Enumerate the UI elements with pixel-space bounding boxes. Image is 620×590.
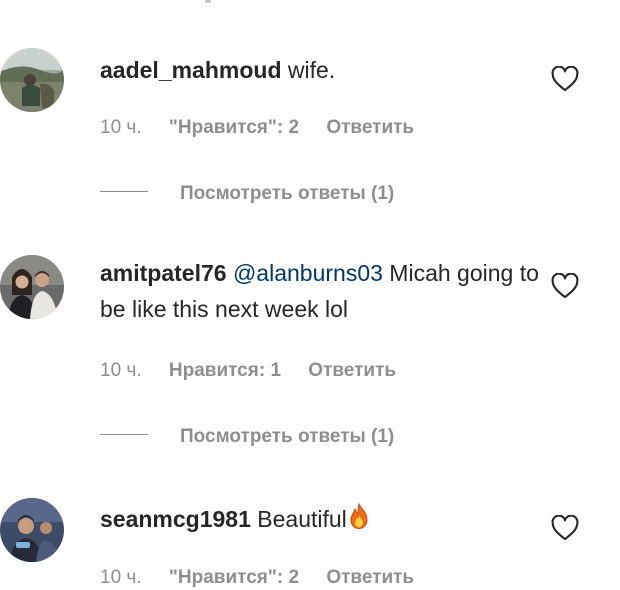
reply-button[interactable]: Ответить [326,116,414,140]
comment-username[interactable]: amitpatel76 [100,260,227,286]
avatar[interactable] [0,498,64,562]
comment-body: Beautiful [257,506,347,532]
comment-likes[interactable]: "Нравится": 2 [169,566,299,590]
comment-text: amitpatel76 @alanburns03 Micah going to … [100,255,550,327]
reply-button[interactable]: Ответить [308,359,396,383]
comment-username[interactable]: seanmcg1981 [100,506,251,532]
comment-mention[interactable]: @alanburns03 [233,260,383,286]
like-heart-icon[interactable] [551,515,579,541]
comment-meta: 10 ч. "Нравится": 2 Ответить [100,566,414,590]
avatar[interactable] [0,48,64,112]
view-replies-button[interactable]: Посмотреть ответы (1) [100,182,394,206]
avatar-couple-photo [0,255,64,319]
avatar-group-photo [0,498,64,562]
comment-meta: 10 ч. "Нравится": 2 Ответить [100,116,414,140]
previous-content-edge [205,0,211,3]
like-heart-icon[interactable] [551,273,579,299]
comment-username[interactable]: aadel_mahmoud [100,57,282,83]
replies-divider-line [100,191,148,193]
fire-emoji-icon [350,503,368,529]
reply-button[interactable]: Ответить [326,566,414,590]
view-replies-label: Посмотреть ответы (1) [180,426,395,447]
comment-text: seanmcg1981 Beautiful [100,501,550,537]
comment-meta: 10 ч. Нравится: 1 Ответить [100,359,396,383]
comment-text: aadel_mahmoud wife. [100,52,550,88]
comment-likes[interactable]: Нравится: 1 [169,359,281,383]
comment-likes[interactable]: "Нравится": 2 [169,116,299,140]
comment-time: 10 ч. [100,117,142,138]
comment-body: wife. [287,57,336,83]
comment-time: 10 ч. [100,567,142,588]
view-replies-button[interactable]: Посмотреть ответы (1) [100,425,394,449]
avatar-outdoor-photo [0,48,64,112]
like-heart-icon[interactable] [551,66,579,92]
view-replies-label: Посмотреть ответы (1) [180,183,395,204]
replies-divider-line [100,434,148,436]
comment-time: 10 ч. [100,360,142,381]
avatar[interactable] [0,255,64,319]
